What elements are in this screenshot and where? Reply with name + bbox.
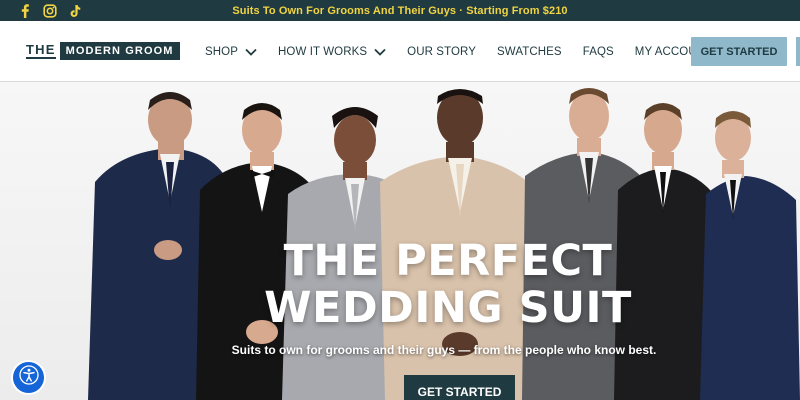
logo[interactable]: THE MODERN GROOM	[26, 41, 180, 61]
chevron-down-icon	[245, 48, 257, 56]
nav-item-how-it-works[interactable]: HOW IT WORKS	[278, 46, 386, 58]
tiktok-icon[interactable]	[68, 4, 82, 18]
announcement-text[interactable]: Suits To Own For Grooms And Their Guys ·…	[232, 5, 567, 17]
announcement-bar: Suits To Own For Grooms And Their Guys ·…	[0, 0, 800, 21]
facebook-icon[interactable]	[18, 3, 32, 18]
main-nav: SHOP HOW IT WORKS OUR STORY SWATCHES FAQ…	[205, 21, 731, 82]
hero-subtitle: Suits to own for grooms and their guys —…	[231, 343, 657, 357]
nav-item-label: SWATCHES	[497, 45, 562, 58]
nav-item-label: HOW IT WORKS	[278, 45, 368, 58]
nav-item-shop[interactable]: SHOP	[205, 46, 257, 58]
accessibility-icon	[18, 365, 39, 390]
site-header: THE MODERN GROOM SHOP HOW IT WORKS OUR S…	[0, 21, 800, 82]
nav-item-label: SHOP	[205, 45, 238, 58]
social-links	[18, 1, 82, 20]
nav-item-label: OUR STORY	[407, 45, 477, 58]
nav-item-our-story[interactable]: OUR STORY	[407, 46, 476, 58]
nav-item-faqs[interactable]: FAQS	[583, 46, 614, 58]
instagram-icon[interactable]	[43, 3, 57, 18]
nav-item-swatches[interactable]: SWATCHES	[497, 46, 562, 58]
nav-item-label: FAQS	[582, 45, 614, 58]
logo-name: MODERN GROOM	[59, 42, 180, 60]
logo-the: THE	[26, 42, 56, 59]
header-secondary-button[interactable]	[796, 37, 800, 66]
hero-section: THE PERFECT WEDDING SUIT Suits to own fo…	[0, 82, 800, 400]
hero-title-line-2: WEDDING SUIT	[264, 283, 632, 333]
accessibility-button[interactable]	[13, 362, 44, 393]
header-get-started-button[interactable]: GET STARTED	[691, 37, 787, 66]
hero-get-started-button[interactable]: GET STARTED	[404, 375, 515, 400]
hero-title-line-1: THE PERFECT	[283, 236, 613, 286]
chevron-down-icon	[374, 48, 386, 56]
